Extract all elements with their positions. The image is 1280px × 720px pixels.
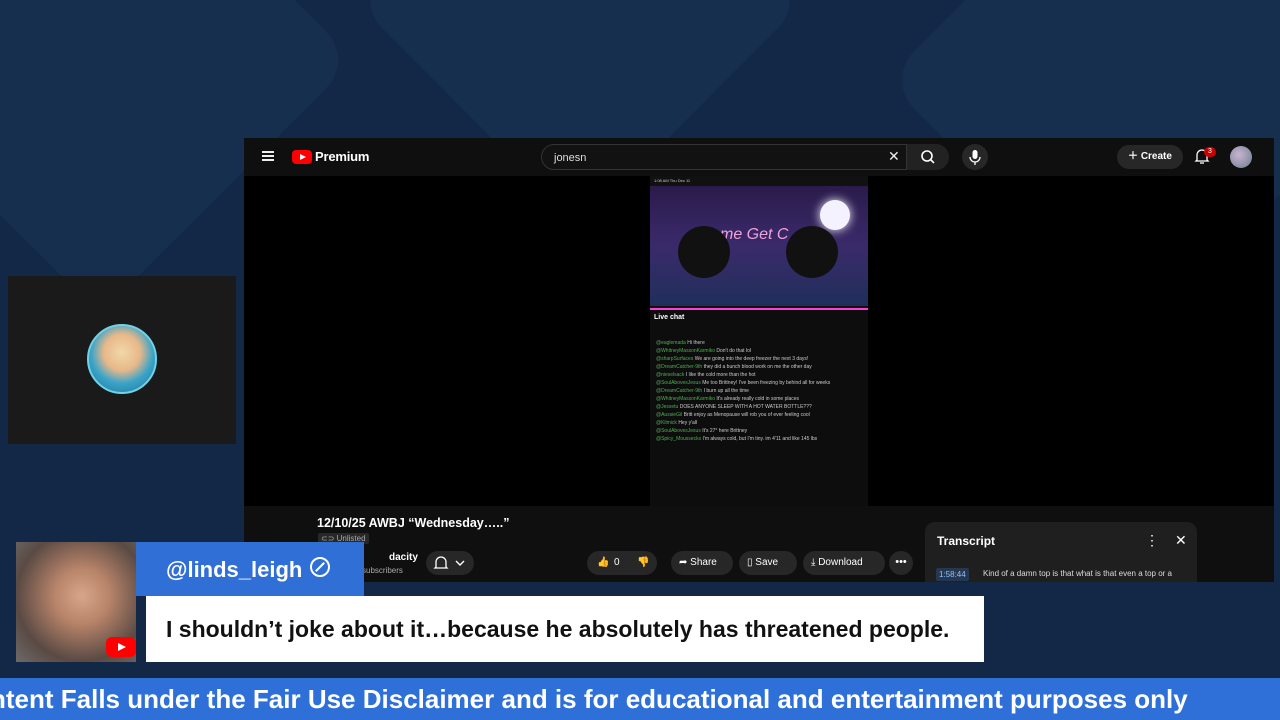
chat-username: @Jessetu — [656, 404, 680, 410]
download-button[interactable]: ⤓ Download — [803, 551, 885, 575]
chat-username: @AussieGil — [656, 412, 684, 418]
chat-message: @Jessetu DOES ANYONE SLEEP WITH A HOT WA… — [650, 403, 868, 411]
chat-text: Don't do that lol — [716, 348, 751, 354]
chat-username: @DreamCatcher-9th — [656, 364, 704, 370]
chat-username: @Kilmick — [656, 420, 679, 426]
chat-message-list: @eaglemada Hi there @WhitneyMassonKarmiko… — [650, 339, 868, 443]
chat-username: @eaglemada — [656, 340, 688, 346]
clear-search-icon[interactable]: ✕ — [888, 148, 900, 165]
chat-message: @WhitneyMassonKarmiko It's already reall… — [650, 395, 868, 403]
download-icon: ⤓ — [811, 557, 819, 568]
brand-label: Premium — [315, 149, 370, 164]
chat-message: @eaglemada Hi there — [650, 339, 868, 347]
chat-message: @Kilmick Hey y'all — [650, 419, 868, 427]
voice-search-button[interactable] — [962, 144, 988, 170]
chat-text: Me too Brittney! I've been freezing by b… — [702, 380, 831, 386]
hamburger-menu-icon[interactable] — [262, 151, 274, 161]
youtube-logo[interactable]: Premium — [292, 149, 369, 164]
video-info: 12/10/25 AWBJ “Wednesday…..” ⊂⊃ Unlisted… — [244, 506, 1274, 582]
save-button[interactable]: ▯ Save — [739, 551, 797, 575]
chat-text: I'm always cold, but I'm tiny. im 4'11 a… — [702, 436, 818, 442]
chat-username: @sharpSurfaces — [656, 356, 695, 362]
chat-text: they did a bunch blood work on me the ot… — [703, 364, 812, 370]
profile-avatar — [87, 324, 157, 394]
video-player[interactable]: 1:08 AM Thu Dec 11 me Get C paypal.me/br… — [244, 176, 1274, 506]
transcript-text: Kind of a damn top is that what is that … — [983, 569, 1173, 578]
plus-icon: ＋ — [1128, 151, 1141, 162]
live-chat-panel: Live chat @eaglemada Hi there @WhitneyMas… — [650, 310, 868, 506]
guest-camera-circle — [678, 226, 730, 278]
chat-username: @SoulAbovesJesus — [656, 428, 703, 434]
transcript-title: Transcript — [937, 534, 996, 548]
download-label: Download — [818, 557, 863, 568]
stream-preview: me Get C paypal.me/britneyjonesbk cash.a… — [650, 186, 868, 316]
chat-username: @nieselsack — [656, 372, 686, 378]
share-icon: ➦ — [679, 557, 691, 568]
chat-username: @DreamCatcher-9th — [656, 388, 704, 394]
bookmark-icon: ▯ — [747, 557, 756, 568]
chat-text: I burn up all the time — [703, 388, 749, 394]
bell-icon — [433, 556, 465, 569]
chat-text: I like the cold more than the hot — [685, 372, 756, 378]
disclaimer-text: ntent Falls under the Fair Use Disclaime… — [0, 684, 1188, 714]
chat-message: @WhitneyMassonKarmiko Don't do that lol — [650, 347, 868, 355]
chat-text: It's 27° here Brittney — [702, 428, 748, 434]
chat-message: @DreamCatcher-9th they did a bunch blood… — [650, 363, 868, 371]
search-button[interactable] — [907, 144, 949, 170]
youtube-play-icon — [292, 149, 312, 164]
chat-message: @sharpSurfaces We are going into the dee… — [650, 355, 868, 363]
like-button[interactable]: 👍 — [597, 551, 609, 575]
channel-name[interactable]: dacity — [389, 552, 418, 563]
live-chat-title: Live chat — [654, 314, 685, 321]
chat-text: We are going into the deep freezer the n… — [694, 356, 809, 362]
chat-message: @AussieGil Britt enjoy as Menopause will… — [650, 411, 868, 419]
stream-overlay-title: me Get C — [720, 226, 789, 243]
chat-message: @SoulAbovesJesus It's 27° here Brittney — [650, 427, 868, 435]
more-actions-button[interactable]: ••• — [889, 551, 913, 575]
chat-username: @WhitneyMassonKarmiko — [656, 348, 717, 354]
search-input[interactable]: jonesn — [541, 144, 907, 170]
profile-box — [8, 276, 236, 444]
chat-message: @nieselsack I like the cold more than th… — [650, 371, 868, 379]
video-title: 12/10/25 AWBJ “Wednesday…..” — [317, 516, 510, 530]
transcript-menu-icon[interactable]: ⋮ — [1145, 532, 1159, 549]
like-count: 0 — [614, 557, 620, 568]
chat-message: @DreamCatcher-9th I burn up all the time — [650, 387, 868, 395]
account-avatar[interactable] — [1230, 146, 1252, 168]
create-label: Create — [1140, 151, 1172, 162]
microphone-icon — [969, 150, 981, 165]
save-label: Save — [755, 557, 779, 568]
moon-graphic — [820, 200, 850, 230]
chat-username: @SoulAbovesJesus — [656, 380, 703, 386]
verified-icon — [310, 557, 330, 577]
chat-username: @WhitneyMassonKarmiko — [656, 396, 717, 402]
share-button[interactable]: ➦ Share — [671, 551, 733, 575]
chat-message: @SoulAbovesJesus Me too Brittney! I've b… — [650, 379, 868, 387]
chat-message: @Spicy_Moussecks I'm always cold, but I'… — [650, 435, 868, 443]
transcript-panel: Transcript ⋮ ✕ 1:58:44 Kind of a damn to… — [925, 522, 1197, 582]
chat-text: It's already really cold in some places — [716, 396, 800, 402]
subscriber-count: subscribers — [362, 566, 403, 575]
chat-text: DOES ANYONE SLEEP WITH A HOT WATER BOTTL… — [679, 404, 812, 410]
share-label: Share — [690, 557, 717, 568]
notification-count-badge: 3 — [1204, 147, 1216, 157]
phone-screen-capture: 1:08 AM Thu Dec 11 me Get C paypal.me/br… — [650, 176, 868, 506]
chat-text: Britt enjoy as Menopause will rob you of… — [683, 412, 810, 418]
like-dislike-group: 👍 0 👎 — [587, 551, 657, 575]
create-button[interactable]: ＋ Create — [1117, 145, 1183, 169]
dislike-button[interactable]: 👎 — [637, 551, 649, 575]
youtube-window: Premium jonesn ✕ ＋ Create 3 1:08 AM Thu … — [244, 138, 1274, 582]
youtube-topbar: Premium jonesn ✕ ＋ Create 3 — [244, 138, 1274, 176]
close-icon[interactable]: ✕ — [1175, 532, 1187, 549]
quote-caption: I shouldn’t joke about it…because he abs… — [146, 596, 984, 662]
subscription-bell-button[interactable] — [426, 551, 474, 575]
chat-text: Hey y'all — [678, 420, 698, 426]
chat-text: Hi there — [687, 340, 705, 346]
chat-username: @Spicy_Moussecks — [656, 436, 703, 442]
guest-camera-circle — [786, 226, 838, 278]
transcript-timestamp[interactable]: 1:58:44 — [936, 568, 969, 581]
youtube-badge-icon — [106, 637, 136, 657]
disclaimer-banner: ntent Falls under the Fair Use Disclaime… — [0, 678, 1280, 720]
search-icon — [921, 150, 935, 164]
